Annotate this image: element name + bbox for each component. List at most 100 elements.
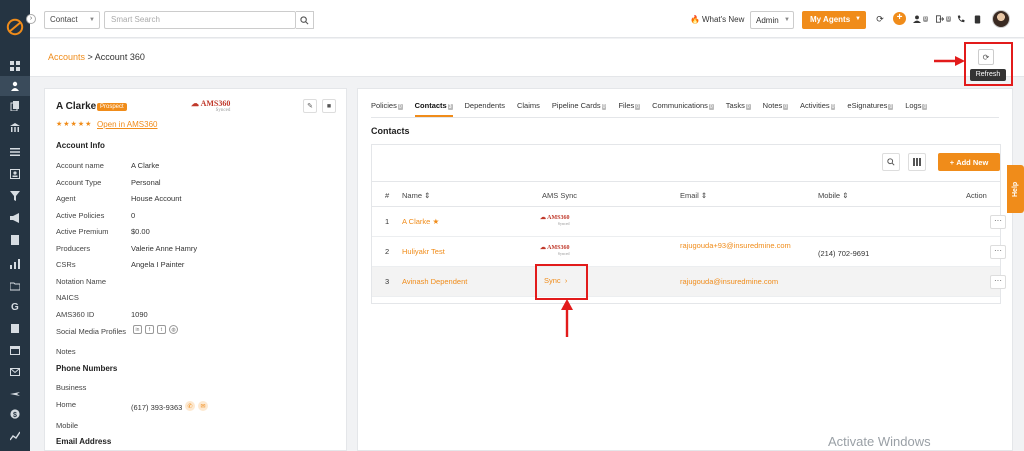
open-in-ams360-link[interactable]: Open in AMS360 bbox=[97, 120, 157, 129]
tab-logs[interactable]: Logs 0 bbox=[905, 101, 928, 110]
collapse-rail-chevron-icon[interactable]: › bbox=[26, 14, 36, 24]
tab-pipeline-cards[interactable]: Pipeline Cards 0 bbox=[552, 101, 607, 110]
sync-icon[interactable]: ⟳ bbox=[875, 14, 885, 24]
facebook-icon[interactable]: f bbox=[145, 325, 154, 334]
account-tabs: Policies 0 Contacts 3 Dependents Claims Pi… bbox=[371, 94, 999, 118]
sms-icon[interactable]: ✉ bbox=[198, 401, 208, 411]
quick-add-icon[interactable]: + bbox=[893, 12, 906, 25]
user-avatar[interactable] bbox=[992, 10, 1010, 28]
account-details-card: A Clarke Prospect ☁ AMS360 Synced ✎ ■ ★★… bbox=[44, 88, 347, 451]
contact-name-link[interactable]: Avinash Dependent bbox=[402, 277, 467, 286]
col-email[interactable]: Email ⇕ bbox=[680, 191, 707, 200]
filter-icon[interactable] bbox=[0, 186, 30, 206]
chevron-down-icon: ▼ bbox=[855, 16, 861, 22]
add-new-contact-button[interactable]: + Add New bbox=[938, 153, 1000, 171]
row-num: 3 bbox=[385, 277, 390, 286]
field-label: Mobile bbox=[56, 421, 79, 430]
windows-activation-watermark: Activate Windows bbox=[828, 434, 931, 449]
linkedin-icon[interactable]: in bbox=[133, 325, 142, 334]
delete-account-button[interactable]: ■ bbox=[322, 99, 336, 113]
email-link[interactable]: rajugouda@insuredmine.com bbox=[680, 277, 778, 286]
col-name-label: Name bbox=[402, 191, 423, 200]
dashboard-icon[interactable] bbox=[0, 56, 30, 76]
row-actions-button[interactable]: ··· bbox=[990, 215, 1006, 229]
call-icon[interactable]: ✆ bbox=[185, 401, 195, 411]
tab-label: eSignatures bbox=[847, 101, 888, 110]
tab-contacts[interactable]: Contacts 3 bbox=[414, 101, 453, 117]
my-agents-button[interactable]: My Agents ▼ bbox=[802, 11, 866, 29]
tab-count: 0 bbox=[397, 104, 403, 110]
twitter-icon[interactable]: t bbox=[157, 325, 166, 334]
tab-claims[interactable]: Claims bbox=[517, 101, 540, 110]
col-email-label: Email bbox=[680, 191, 699, 200]
breadcrumb-accounts-link[interactable]: Accounts bbox=[48, 52, 85, 62]
ams-cloud-icon: ☁ bbox=[191, 99, 199, 108]
whats-new-link[interactable]: 🔥 What's New bbox=[690, 15, 744, 24]
table-row[interactable]: 2 Huliyakr Test ☁ AMS360 Synced rajugouda… bbox=[372, 237, 1006, 267]
tab-count: 0 bbox=[922, 104, 928, 110]
contact-card-icon[interactable] bbox=[0, 164, 30, 184]
col-mobile-label: Mobile bbox=[818, 191, 841, 200]
carrier-icon[interactable] bbox=[0, 118, 30, 138]
tab-activities[interactable]: Activities 0 bbox=[800, 101, 836, 110]
columns-icon bbox=[913, 158, 921, 166]
annotation-highlight-sync bbox=[535, 264, 588, 300]
megaphone-icon[interactable] bbox=[0, 208, 30, 228]
tab-tasks[interactable]: Tasks 0 bbox=[726, 101, 751, 110]
ams360-logo-text: AMS360 bbox=[200, 99, 231, 108]
dollar-icon[interactable]: $ bbox=[0, 404, 30, 424]
calendar-icon[interactable] bbox=[0, 340, 30, 360]
rating-stars[interactable]: ★★★★★ bbox=[56, 120, 92, 128]
google-icon[interactable]: G bbox=[0, 296, 30, 316]
tab-policies[interactable]: Policies 0 bbox=[371, 101, 403, 110]
policies-icon[interactable] bbox=[0, 96, 30, 116]
reports-icon[interactable] bbox=[0, 254, 30, 274]
help-tab[interactable]: Help bbox=[1007, 165, 1024, 213]
logout-count-badge: 0 bbox=[946, 16, 951, 22]
phone-numbers-heading: Phone Numbers bbox=[56, 364, 118, 373]
tab-dependents[interactable]: Dependents bbox=[465, 101, 505, 110]
plane-icon[interactable] bbox=[0, 384, 30, 404]
table-header: # Name ⇕ AMS Sync Email ⇕ Mobile ⇕ Actio… bbox=[372, 181, 1000, 207]
folder-icon[interactable] bbox=[0, 276, 30, 296]
column-settings-button[interactable] bbox=[908, 153, 926, 171]
accounts-icon[interactable] bbox=[0, 76, 30, 96]
row-actions-button[interactable]: ··· bbox=[990, 275, 1006, 289]
tab-label: Policies bbox=[371, 101, 397, 110]
user-icon[interactable] bbox=[912, 14, 922, 24]
pencil-icon: ✎ bbox=[307, 103, 313, 110]
phone-icon[interactable] bbox=[956, 14, 966, 24]
nav-rail: G $ bbox=[0, 0, 30, 451]
role-select[interactable]: Admin ▼ bbox=[750, 11, 794, 29]
analytics-icon[interactable] bbox=[0, 426, 30, 446]
tab-esignatures[interactable]: eSignatures 0 bbox=[847, 101, 894, 110]
globe-icon[interactable]: ◍ bbox=[169, 325, 178, 334]
smart-search-input[interactable]: Smart Search bbox=[104, 11, 296, 29]
tab-notes[interactable]: Notes 0 bbox=[763, 101, 789, 110]
app-logo-icon[interactable] bbox=[6, 18, 24, 36]
table-row[interactable]: 3 Avinash Dependent Sync › rajugouda@ins… bbox=[372, 267, 1006, 297]
col-name[interactable]: Name ⇕ bbox=[402, 191, 430, 200]
edit-account-button[interactable]: ✎ bbox=[303, 99, 317, 113]
sort-icon: ⇕ bbox=[842, 191, 849, 200]
phone-actions: ✆ ✉ bbox=[185, 401, 208, 411]
field-value: House Account bbox=[131, 194, 182, 203]
contact-name-link[interactable]: Huliyakr Test bbox=[402, 247, 445, 256]
search-button[interactable] bbox=[296, 11, 314, 29]
list-icon[interactable] bbox=[0, 142, 30, 162]
logout-icon[interactable] bbox=[935, 14, 945, 24]
document-icon[interactable] bbox=[0, 230, 30, 250]
mobile-device-icon[interactable] bbox=[972, 14, 982, 24]
email-link[interactable]: rajugouda+93@insuredmine.com bbox=[680, 241, 791, 250]
clipboard-icon[interactable] bbox=[0, 318, 30, 338]
social-links: in f t ◍ bbox=[133, 325, 178, 334]
contact-name-link[interactable]: A Clarke ★ bbox=[402, 217, 439, 226]
table-row[interactable]: 1 A Clarke ★ ☁ AMS360 Synced ··· bbox=[372, 207, 1006, 237]
tab-files[interactable]: Files 0 bbox=[618, 101, 641, 110]
table-search-button[interactable] bbox=[882, 153, 900, 171]
search-type-select[interactable]: Contact ▼ bbox=[44, 11, 100, 29]
col-mobile[interactable]: Mobile ⇕ bbox=[818, 191, 848, 200]
mail-icon[interactable] bbox=[0, 362, 30, 382]
row-actions-button[interactable]: ··· bbox=[990, 245, 1006, 259]
tab-communications[interactable]: Communications 0 bbox=[652, 101, 714, 110]
